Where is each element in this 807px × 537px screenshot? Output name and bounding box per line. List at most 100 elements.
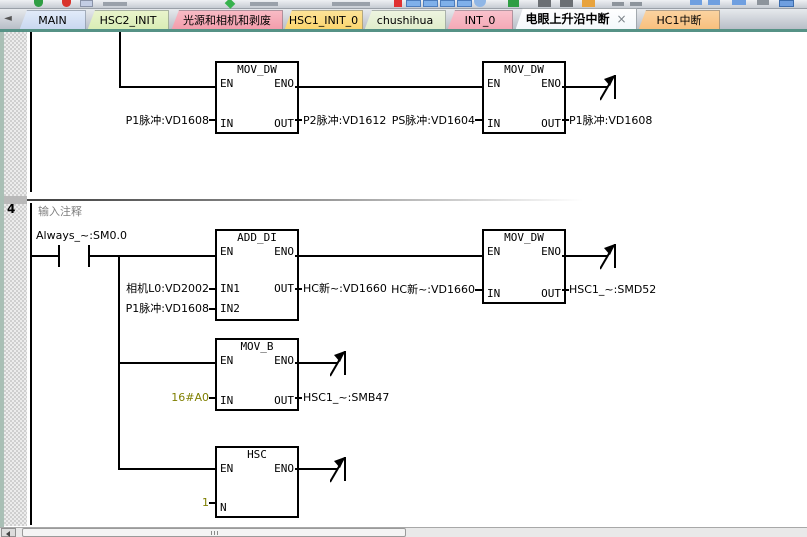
block-title: MOV_DW — [484, 231, 564, 245]
function-block-mov-dw-2[interactable]: MOV_DW EN ENO IN OUT — [482, 61, 566, 134]
toolbar-icon-fragment[interactable] — [708, 0, 720, 5]
block-title: MOV_B — [217, 340, 297, 354]
port-out: OUT — [541, 288, 561, 300]
port-out: OUT — [274, 283, 294, 295]
toolbar-icon-fragment[interactable] — [582, 0, 595, 7]
wire-segment — [295, 86, 482, 88]
operand-in[interactable]: PS脉冲:VD1604 — [385, 114, 475, 127]
toolbar-icon-fragment[interactable] — [538, 0, 551, 7]
port-en: EN — [487, 78, 500, 90]
operand-out[interactable]: HSC1_~:SMB47 — [303, 391, 389, 404]
port-in: IN — [220, 395, 233, 407]
toolbar-icon-fragment[interactable] — [62, 0, 71, 7]
tab-hsc2-init[interactable]: HSC2_INIT — [87, 10, 169, 31]
operand-stub — [209, 308, 215, 310]
operand-in[interactable]: P1脉冲:VD1608 — [118, 114, 209, 127]
tab-label: chushihua — [377, 14, 433, 27]
toolbar-icon-fragment[interactable] — [423, 0, 438, 7]
power-rail — [30, 203, 32, 525]
open-branch-arrow-icon — [600, 242, 618, 270]
toolbar-icon-fragment[interactable] — [508, 0, 519, 7]
tab-label: HC1中断 — [657, 14, 702, 27]
horizontal-scrollbar-thumb[interactable] — [22, 528, 406, 537]
toolbar-icon-fragment[interactable] — [80, 0, 93, 7]
operand-out[interactable]: P1脉冲:VD1608 — [569, 114, 652, 127]
function-block-mov-dw-1[interactable]: MOV_DW EN ENO IN OUT — [215, 61, 299, 134]
operand-in[interactable]: HC新~:VD1660 — [385, 283, 475, 296]
tab-chushihua[interactable]: chushihua — [364, 10, 446, 31]
toolbar-icon-fragment[interactable] — [103, 2, 127, 6]
port-in2: IN2 — [220, 303, 240, 315]
toolbar-icon-fragment[interactable] — [34, 0, 43, 7]
toolbar-icon-fragment[interactable] — [332, 2, 370, 6]
toolbar-icon-fragment[interactable] — [474, 0, 486, 7]
toolbar-icon-fragment[interactable] — [440, 0, 455, 7]
port-n: N — [220, 502, 227, 514]
operand-in-constant[interactable]: 16#A0 — [150, 391, 209, 404]
operand-stub — [562, 119, 569, 121]
toolbar-icon-fragment[interactable] — [630, 2, 642, 6]
network-number: 4 — [7, 202, 24, 216]
wire-segment — [295, 255, 482, 257]
tab-scroll-left-icon[interactable]: ◄ — [1, 11, 15, 27]
port-in: IN — [487, 118, 500, 130]
wire-segment — [31, 255, 60, 257]
network-comment[interactable]: 输入注释 — [38, 205, 82, 218]
toolbar-icon-fragment[interactable] — [394, 0, 402, 7]
operand-stub — [295, 288, 302, 290]
port-in: IN — [220, 118, 233, 130]
operand-in2[interactable]: P1脉冲:VD1608 — [118, 302, 209, 315]
power-rail — [30, 32, 32, 192]
tab-dianyan-interrupt-active[interactable]: 电眼上升沿中断 × — [515, 8, 637, 31]
open-branch-arrow-icon — [330, 349, 348, 377]
tab-int-0[interactable]: INT_0 — [447, 10, 513, 31]
network-margin[interactable] — [4, 32, 27, 526]
operand-stub — [562, 289, 569, 291]
port-out: OUT — [274, 118, 294, 130]
port-eno: ENO — [541, 246, 561, 258]
toolbar-icon-fragment[interactable] — [457, 0, 472, 7]
toolbar-icon-fragment[interactable] — [406, 0, 421, 7]
toolbar-strip — [0, 0, 807, 9]
function-block-hsc[interactable]: HSC EN ENO N — [215, 446, 299, 518]
operand-out[interactable]: P2脉冲:VD1612 — [303, 114, 386, 127]
scrollbar-left-button[interactable] — [1, 528, 16, 537]
tab-hsc1-init-0[interactable]: HSC1_INIT_0 — [284, 10, 363, 31]
toolbar-icon-fragment[interactable] — [560, 0, 573, 7]
toolbar-icon-fragment[interactable] — [779, 0, 794, 7]
wire-segment — [119, 32, 121, 88]
scrollbar-grip — [217, 531, 218, 535]
operand-in1[interactable]: 相机L0:VD2002 — [118, 282, 209, 295]
operand-out[interactable]: HC新~:VD1660 — [303, 282, 387, 295]
function-block-mov-b[interactable]: MOV_B EN ENO IN OUT — [215, 338, 299, 411]
operand-stub — [209, 288, 215, 290]
toolbar-icon-fragment[interactable] — [250, 2, 278, 6]
scrollbar-grip — [214, 531, 215, 535]
toolbar-icon-fragment[interactable] — [690, 0, 702, 5]
toolbar-icon-fragment[interactable] — [225, 0, 236, 9]
contact-bar-left[interactable] — [58, 245, 60, 267]
function-block-add-di[interactable]: ADD_DI EN ENO IN1 IN2 OUT — [215, 229, 299, 321]
block-title: ADD_DI — [217, 231, 297, 245]
tab-hc1-interrupt[interactable]: HC1中断 — [638, 10, 720, 31]
operand-stub — [295, 119, 302, 121]
wire-segment — [119, 86, 215, 88]
toolbar-icon-fragment[interactable] — [757, 0, 769, 5]
operand-out[interactable]: HSC1_~:SMD52 — [569, 283, 656, 296]
contact-label[interactable]: Always_~:SM0.0 — [36, 229, 127, 242]
operand-n-constant[interactable]: 1 — [185, 496, 209, 509]
function-block-mov-dw-3[interactable]: MOV_DW EN ENO IN OUT — [482, 229, 566, 304]
toolbar-icon-fragment[interactable] — [612, 2, 624, 6]
operand-stub — [209, 397, 215, 399]
tab-label: 电眼上升沿中断 — [525, 12, 609, 26]
operand-stub — [475, 289, 482, 291]
close-icon[interactable]: × — [616, 12, 626, 26]
tab-main[interactable]: MAIN — [19, 10, 86, 31]
toolbar-icon-fragment[interactable] — [732, 0, 746, 5]
operand-stub — [295, 397, 302, 399]
port-out: OUT — [274, 395, 294, 407]
port-en: EN — [220, 78, 233, 90]
tab-guangyuan[interactable]: 光源和相机和剥废 — [171, 10, 283, 31]
port-in1: IN1 — [220, 283, 240, 295]
port-eno: ENO — [274, 463, 294, 475]
